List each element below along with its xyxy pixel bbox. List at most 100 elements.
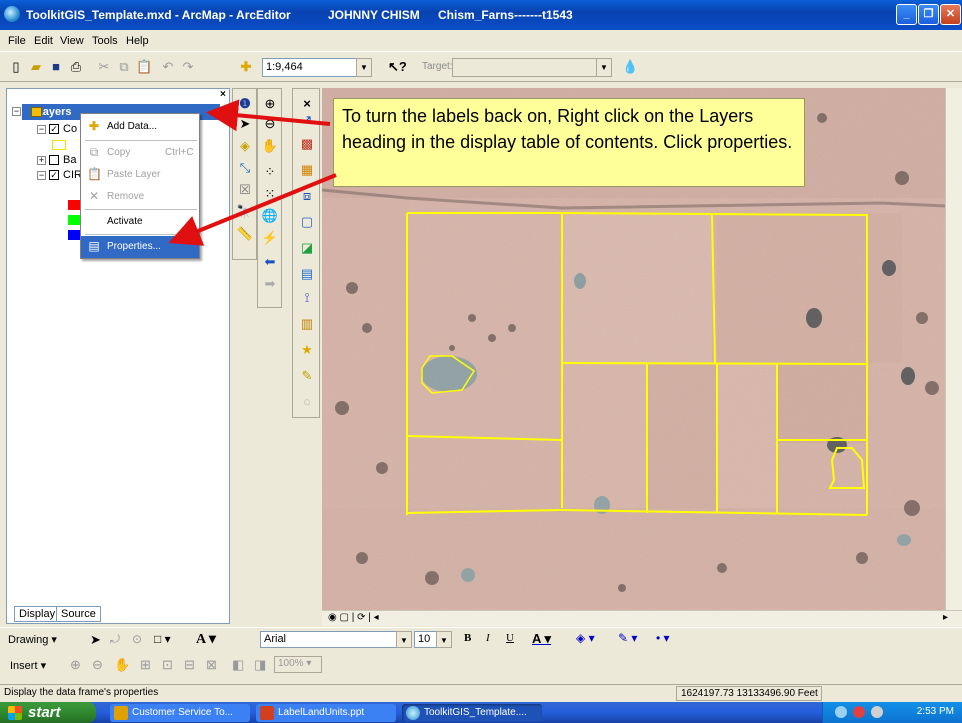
font-dropdown-button[interactable]: ▼ xyxy=(396,631,412,648)
measure-icon[interactable]: 📏 xyxy=(236,225,254,243)
marker-color-icon[interactable]: • ▾ xyxy=(656,631,670,645)
tab-source[interactable]: Source xyxy=(56,606,101,622)
paste-icon[interactable]: 📋 xyxy=(136,59,152,75)
zoom-in-icon[interactable]: ⊕ xyxy=(261,95,279,113)
taskbar-item[interactable]: ToolkitGIS_Template.... xyxy=(402,704,542,722)
forward-extent-icon[interactable]: ◨ xyxy=(254,657,266,673)
menu-file[interactable]: File xyxy=(8,35,26,47)
hyperlink-icon[interactable]: ⚡ xyxy=(261,229,279,247)
underline-button[interactable]: U xyxy=(506,632,514,644)
print-icon[interactable]: ⎙ xyxy=(68,59,84,75)
minimize-button[interactable]: _ xyxy=(896,4,917,25)
full-page-icon[interactable]: ⊟ xyxy=(184,657,195,673)
layer-checkbox[interactable] xyxy=(49,155,59,165)
next-extent-icon[interactable]: ➡ xyxy=(261,275,279,293)
menu-tools[interactable]: Tools xyxy=(92,35,118,47)
line-color-icon[interactable]: ✎ ▾ xyxy=(618,631,637,645)
map-vertical-scrollbar[interactable] xyxy=(945,88,962,610)
scroll-right-icon[interactable]: ▸ xyxy=(943,612,948,623)
menu-activate[interactable]: Activate xyxy=(81,211,199,233)
drawing-menu-button[interactable]: Drawing ▾ xyxy=(8,633,57,646)
fixed-zoom-out-icon[interactable]: ⁙ xyxy=(261,185,279,203)
pan-icon[interactable]: ✋ xyxy=(261,137,279,155)
italic-button[interactable]: I xyxy=(486,632,490,644)
view-toggle-icons[interactable]: ◉ ▢ | ⟳ | ◂ xyxy=(328,612,379,623)
zoom-out-icon[interactable]: ⊖ xyxy=(261,115,279,133)
taskbar-item[interactable]: LabelLandUnits.ppt xyxy=(256,704,396,722)
menu-copy[interactable]: ⧉ Copy Ctrl+C xyxy=(81,142,199,164)
menu-view[interactable]: View xyxy=(60,35,84,47)
copy-icon[interactable]: ⧉ xyxy=(116,59,132,75)
zoom-out-fixed-icon[interactable]: ⊖ xyxy=(92,657,103,673)
select-elements-icon[interactable]: ➤ xyxy=(90,632,101,648)
frame-icon[interactable]: ▢ xyxy=(298,213,316,231)
layer-checkbox[interactable]: ✓ xyxy=(49,124,59,134)
fill-color-icon[interactable]: ◈ ▾ xyxy=(576,631,595,645)
whats-this-icon[interactable]: ↖? xyxy=(388,59,407,75)
tab-display[interactable]: Display xyxy=(14,606,61,622)
table-icon[interactable]: ▥ xyxy=(298,315,316,333)
menu-properties[interactable]: ▤ Properties... xyxy=(81,236,199,258)
antivirus-icon[interactable] xyxy=(853,706,865,718)
full-extent-icon[interactable]: 🌐 xyxy=(261,207,279,225)
pencil-icon[interactable]: ✎ xyxy=(298,367,316,385)
circle-icon[interactable]: ○ xyxy=(298,393,316,411)
zoom-in-fixed-icon[interactable]: ⊕ xyxy=(70,657,81,673)
layer-checkbox[interactable]: ✓ xyxy=(49,170,59,180)
identify-icon[interactable]: ❶ xyxy=(236,95,254,113)
back-extent-icon[interactable]: ◧ xyxy=(232,657,244,673)
taskbar-item[interactable]: Customer Service To... xyxy=(110,704,250,722)
chart-icon[interactable]: ▤ xyxy=(298,265,316,283)
layers-collapse-icon[interactable]: − xyxy=(12,107,21,116)
zoom-percent-select[interactable]: 100% ▾ xyxy=(274,656,322,673)
insert-menu-button[interactable]: Insert ▾ xyxy=(10,659,46,672)
actual-size-icon[interactable]: ⊠ xyxy=(206,657,217,673)
scale-dropdown-button[interactable]: ▼ xyxy=(356,58,372,77)
fixed-zoom-icon[interactable]: ⊡ xyxy=(162,657,173,673)
volume-icon[interactable] xyxy=(871,706,883,718)
save-icon[interactable]: ■ xyxy=(48,59,64,75)
clear-selection-icon[interactable]: ☒ xyxy=(236,181,254,199)
redo-icon[interactable]: ↷ xyxy=(180,59,196,75)
layer-expander[interactable]: + xyxy=(37,156,46,165)
menu-help[interactable]: Help xyxy=(126,35,149,47)
spatial-tool-icon[interactable]: ↗ xyxy=(298,111,316,129)
new-document-icon[interactable]: ▯ xyxy=(8,59,24,75)
layer-expander[interactable]: − xyxy=(37,125,46,134)
target-select[interactable] xyxy=(452,58,612,77)
zoom-whole-page-icon[interactable]: ⊙ xyxy=(132,632,142,646)
close-button[interactable]: ✕ xyxy=(940,4,961,25)
rectangle-icon[interactable]: □ ▾ xyxy=(154,632,171,646)
menu-edit[interactable]: Edit xyxy=(34,35,53,47)
editor-icon[interactable]: 💧 xyxy=(622,59,638,75)
previous-extent-icon[interactable]: ⬅ xyxy=(261,253,279,271)
copy-layer-icon[interactable]: ⧈ xyxy=(298,187,316,205)
font-select[interactable]: Arial xyxy=(260,631,398,648)
network-icon[interactable] xyxy=(835,706,847,718)
text-icon[interactable]: A ▾ xyxy=(196,631,216,648)
add-data-icon[interactable]: ✚ xyxy=(238,59,254,75)
start-button[interactable]: start xyxy=(0,702,96,723)
measure-tool-icon[interactable]: ⟟ xyxy=(298,289,316,307)
map-horizontal-scrollbar[interactable]: ◉ ▢ | ⟳ | ◂ ▸ xyxy=(322,610,962,626)
cut-icon[interactable]: ✂ xyxy=(96,59,112,75)
select-by-graphics-icon[interactable]: ⤡ xyxy=(236,159,254,177)
green-layer-icon[interactable]: ◪ xyxy=(298,239,316,257)
layer-tool-icon[interactable]: ▩ xyxy=(298,135,316,153)
menu-add-data[interactable]: ✚ Add Data... xyxy=(81,116,199,138)
size-dropdown-button[interactable]: ▼ xyxy=(436,631,452,648)
fixed-zoom-in-icon[interactable]: ⁘ xyxy=(261,163,279,181)
bold-button[interactable]: B xyxy=(464,632,471,644)
zoom-to-page-icon[interactable]: ⊞ xyxy=(140,657,151,673)
raster-tool-icon[interactable]: ▦ xyxy=(298,161,316,179)
select-elements-icon[interactable]: ➤ xyxy=(236,115,254,133)
star-icon[interactable]: ★ xyxy=(298,341,316,359)
open-folder-icon[interactable]: ▰ xyxy=(28,59,44,75)
menu-remove[interactable]: ✕ Remove xyxy=(81,186,199,208)
target-dropdown-button[interactable]: ▼ xyxy=(596,58,612,77)
undo-icon[interactable]: ↶ xyxy=(160,59,176,75)
find-icon[interactable]: 🔭 xyxy=(236,203,254,221)
menu-paste-layer[interactable]: 📋 Paste Layer xyxy=(81,164,199,186)
rotate-icon[interactable]: ⤾ xyxy=(110,632,120,647)
toc-close-icon[interactable]: × xyxy=(220,89,226,100)
